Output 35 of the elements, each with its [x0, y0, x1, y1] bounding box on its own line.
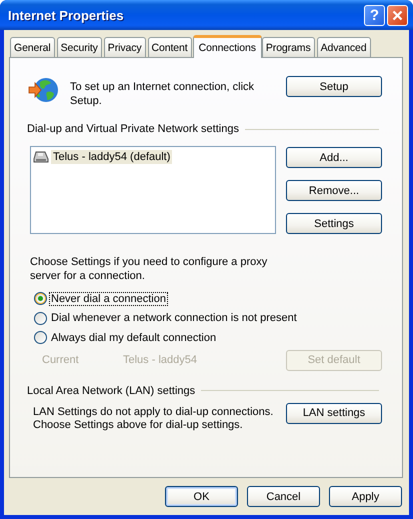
radio-label[interactable]: Never dial a connection	[50, 292, 167, 305]
ok-button[interactable]: OK	[165, 486, 238, 507]
cancel-button[interactable]: Cancel	[247, 486, 320, 507]
setup-instructions: To set up an Internet connection, click Setup.	[70, 80, 256, 108]
current-connection: Telus - laddy54	[123, 354, 197, 366]
connection-item[interactable]: Telus - laddy54 (default)	[51, 150, 172, 164]
remove-button[interactable]: Remove...	[286, 180, 382, 201]
tab[interactable]: Content	[148, 37, 192, 57]
section-heading: Local Area Network (LAN) settings	[27, 384, 196, 396]
radio-label[interactable]: Always dial my default connection	[50, 332, 218, 344]
help-button[interactable]: ?	[364, 4, 385, 26]
tab[interactable]: General	[10, 37, 55, 57]
settings-button[interactable]: Settings	[286, 213, 382, 234]
radio-label[interactable]: Dial whenever a network connection is not present	[50, 312, 298, 324]
modem-icon	[33, 150, 49, 164]
window-title: Internet Properties	[8, 8, 125, 22]
proxy-instructions: Choose Settings if you need to configure a proxy server for a connection.	[30, 255, 268, 283]
apply-button[interactable]: Apply	[329, 486, 402, 507]
tab[interactable]: Security	[56, 37, 102, 57]
setup-button[interactable]: Setup	[286, 76, 382, 97]
radio-button[interactable]	[34, 331, 47, 344]
radio-button[interactable]	[34, 312, 47, 325]
tab[interactable]: Connections	[192, 35, 262, 58]
lan-settings-button[interactable]: LAN settings	[286, 402, 382, 424]
current-label: Current	[42, 354, 80, 366]
close-icon	[392, 10, 403, 20]
tab[interactable]: Programs	[262, 37, 315, 57]
lan-note: LAN Settings do not apply to dial-up connections. Choose Settings above for dial-up settings.	[33, 406, 274, 432]
add-button[interactable]: Add...	[286, 147, 382, 168]
section-heading: Dial-up and Virtual Private Network settings	[27, 123, 239, 135]
tab[interactable]: Advanced	[316, 37, 371, 57]
connections-list[interactable]: Telus - laddy54 (default)	[30, 146, 276, 234]
radio-button[interactable]	[34, 292, 47, 306]
close-button[interactable]	[387, 4, 408, 26]
tab[interactable]: Privacy	[104, 37, 146, 57]
